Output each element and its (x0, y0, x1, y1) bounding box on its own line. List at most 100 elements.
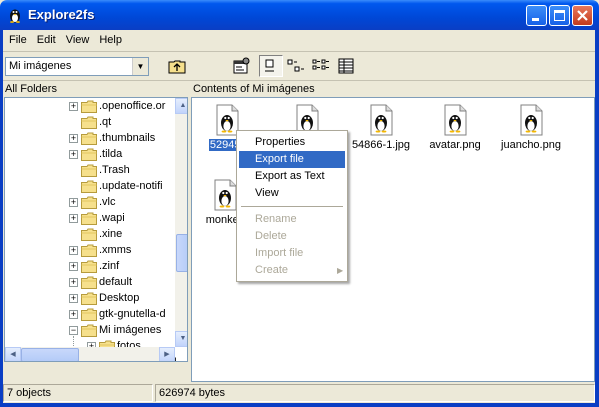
expand-icon[interactable]: + (69, 134, 78, 143)
tree-vertical-scrollbar[interactable]: ▲ ▼ (175, 98, 187, 347)
tree-item-label: .tilda (99, 148, 123, 160)
maximize-icon (554, 10, 565, 21)
scroll-down-button[interactable]: ▼ (175, 331, 187, 347)
tree-pane-header: All Folders (5, 83, 57, 95)
tree-item-label: .update-notifi (99, 180, 163, 192)
context-menu-rename: Rename (255, 213, 297, 225)
tree-item-label: .xmms (99, 244, 132, 256)
properties-button[interactable] (229, 55, 253, 77)
expand-icon[interactable]: + (69, 278, 78, 287)
window-title: Explore2fs (28, 7, 95, 22)
status-total-bytes: 626974 bytes (155, 384, 595, 402)
folder-icon (81, 196, 97, 209)
up-folder-icon (168, 60, 186, 74)
file-label: avatar.png (429, 139, 481, 151)
expand-icon[interactable]: + (69, 294, 78, 303)
context-menu-create-label: Create (255, 264, 289, 276)
minimize-icon (532, 18, 539, 21)
tree-item-label: Mi imágenes (99, 324, 162, 336)
tree-horizontal-scrollbar[interactable]: ◀ ▶ (5, 347, 175, 361)
submenu-arrow-icon: ▶ (337, 266, 344, 275)
toolbar-divider (3, 80, 595, 81)
image-file-icon (444, 104, 467, 136)
tree-item-label: Desktop (99, 292, 140, 304)
properties-icon (233, 57, 250, 74)
context-menu-properties[interactable]: Properties (239, 134, 345, 151)
tree-item-label: .qt (99, 116, 112, 128)
file-label: 54866-1.jpg (351, 139, 411, 151)
status-object-count: 7 objects (3, 384, 153, 402)
close-icon (577, 10, 588, 21)
tree-item-label: .thumbnails (99, 132, 156, 144)
folder-icon (81, 276, 97, 289)
expand-icon[interactable]: + (69, 150, 78, 159)
context-menu-view[interactable]: View (239, 185, 345, 202)
expand-icon[interactable]: + (69, 214, 78, 223)
small-icons-view-icon (287, 59, 304, 72)
tree-item-label: gtk-gnutella-d (99, 308, 166, 320)
expand-icon[interactable]: + (69, 262, 78, 271)
folder-icon (81, 292, 97, 305)
folder-icon (81, 308, 97, 321)
list-view-icon (312, 59, 329, 70)
tree-item-label: .openoffice.or (99, 100, 166, 112)
expand-icon[interactable]: + (69, 198, 78, 207)
menu-edit[interactable]: Edit (32, 31, 61, 48)
details-view-icon (338, 58, 354, 74)
folder-icon (81, 148, 97, 161)
expand-icon[interactable]: + (69, 102, 78, 111)
folder-icon (81, 228, 97, 241)
close-button[interactable] (572, 5, 593, 26)
menu-bar: File Edit View Help (4, 31, 127, 50)
status-bar: 7 objects 626974 bytes (3, 384, 595, 402)
tux-icon (10, 9, 20, 23)
menu-view[interactable]: View (61, 31, 95, 48)
context-menu[interactable]: Properties Export file Export as Text Vi… (236, 130, 348, 282)
tree-item-label: .xine (99, 228, 123, 240)
scroll-left-button[interactable]: ◀ (5, 347, 21, 361)
collapse-icon[interactable]: − (69, 326, 78, 335)
tree-item-label: .zinf (99, 260, 120, 272)
tree-item-label: .vlc (99, 196, 116, 208)
folder-icon (81, 244, 97, 257)
context-menu-export-file[interactable]: Export file (239, 151, 345, 168)
expand-icon[interactable]: + (69, 246, 78, 255)
context-menu-export-as-text[interactable]: Export as Text (239, 168, 345, 185)
small-icons-view-button[interactable] (284, 55, 308, 77)
title-bar[interactable]: Explore2fs (0, 0, 599, 30)
up-folder-button[interactable] (165, 55, 189, 77)
file-item[interactable]: juancho.png (496, 104, 566, 151)
large-icons-view-button[interactable] (259, 55, 283, 77)
scroll-up-button[interactable]: ▲ (175, 98, 187, 114)
folder-tree[interactable]: + .openoffice.or .qt + .thumbnails + .tilda .Tr… (4, 97, 188, 362)
large-icons-view-icon (265, 59, 274, 72)
menu-help[interactable]: Help (94, 31, 127, 48)
file-item[interactable]: 54866-1.jpg (346, 104, 416, 151)
list-view-button[interactable] (309, 55, 333, 77)
files-pane-header: Contents of Mi imágenes (193, 83, 315, 95)
maximize-button[interactable] (549, 5, 570, 26)
folder-icon (81, 180, 97, 193)
file-item[interactable]: avatar.png (420, 104, 490, 151)
tree-item-label: .wapi (99, 212, 125, 224)
image-file-icon (370, 104, 393, 136)
image-file-icon (520, 104, 543, 136)
folder-icon (81, 100, 97, 113)
path-combobox-value: Mi imágenes (9, 60, 72, 72)
chevron-down-icon[interactable]: ▼ (132, 58, 148, 75)
path-combobox[interactable]: Mi imágenes ▼ (5, 57, 149, 76)
context-menu-create: Create ▶ (239, 262, 345, 279)
menu-divider (3, 51, 595, 52)
tree-vscroll-thumb[interactable] (176, 234, 187, 272)
expand-icon[interactable]: + (69, 310, 78, 319)
menu-file[interactable]: File (4, 31, 32, 48)
folder-icon (81, 324, 97, 337)
folder-icon (81, 164, 97, 177)
context-menu-separator (241, 206, 343, 207)
tree-hscroll-thumb[interactable] (21, 348, 79, 361)
minimize-button[interactable] (526, 5, 547, 26)
folder-icon (81, 212, 97, 225)
folder-icon (81, 132, 97, 145)
details-view-button[interactable] (334, 55, 358, 77)
scroll-right-button[interactable]: ▶ (159, 347, 175, 361)
